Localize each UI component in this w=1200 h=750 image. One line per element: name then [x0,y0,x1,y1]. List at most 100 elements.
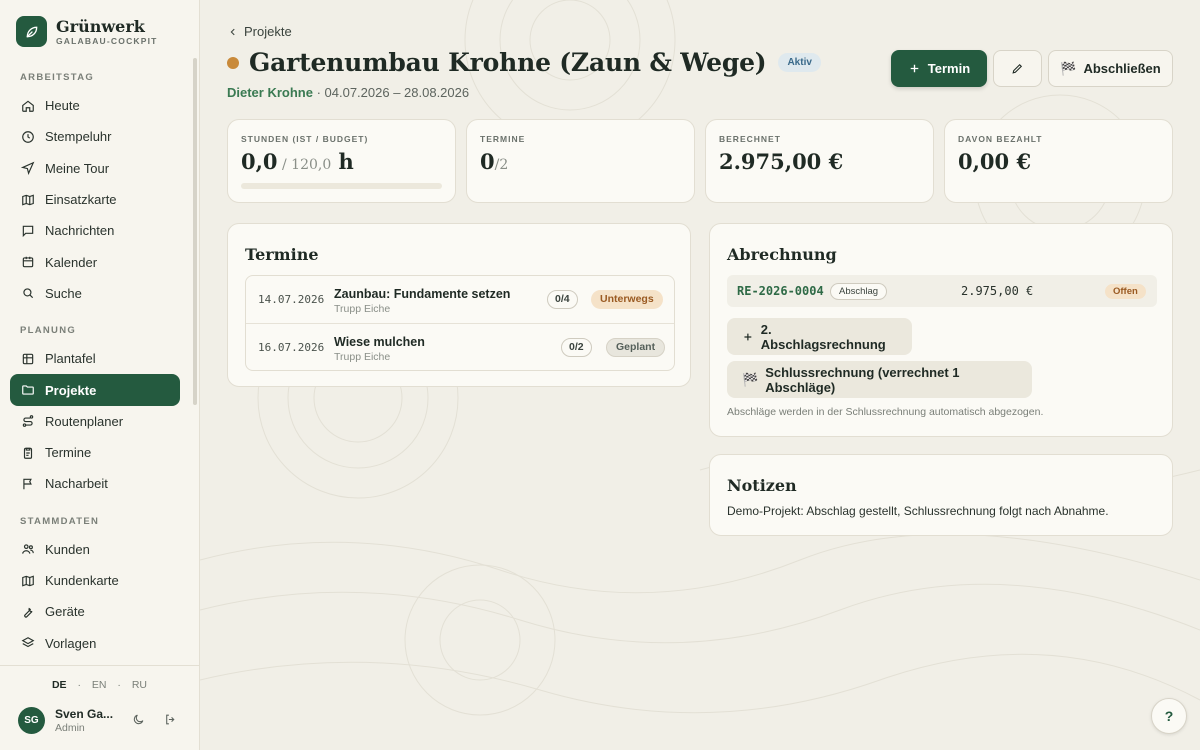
abrechnung-hint: Abschläge werden in der Schlussrechnung … [727,406,1044,418]
back-link[interactable]: Projekte [228,24,292,39]
message-icon [22,225,34,237]
close-project-button[interactable]: 🏁 Abschließen [1048,50,1173,87]
sidebar-item-nacharbeit[interactable]: Nacharbeit [10,468,180,499]
home-icon [22,100,34,112]
sidebar-footer: DE · EN · RU SG Sven Ga... Admin [0,665,199,750]
stat-value: 0,00 € [958,149,1032,174]
user-profile[interactable]: SG Sven Ga... Admin [18,707,113,734]
termine-list: 14.07.2026 Zaunbau: Fundamente setzen Tr… [245,275,675,371]
nav-section-arbeitstag: ARBEITSTAG [20,72,95,83]
sidebar-item-label: Kalender [45,254,98,270]
close-project-label: Abschließen [1083,61,1161,76]
sidebar-item-kunden[interactable]: Kunden [10,534,180,565]
hours-actual: 0,0 [241,149,278,174]
lang-separator: · [117,679,121,691]
sidebar-item-label: Heute [45,98,80,114]
sidebar-nav: ARBEITSTAG Heute Stempeluhr Meine Tour E… [10,66,180,659]
back-label: Projekte [244,24,292,39]
termine-total: /2 [494,157,509,173]
sidebar-item-label: Stempeluhr [45,129,112,145]
sidebar-item-label: Meine Tour [45,160,110,176]
stat-label: STUNDEN (IST / BUDGET) [241,134,369,144]
brand-subtitle: GALABAU-COCKPIT [56,35,158,46]
invoice-row[interactable]: RE-2026-0004 Abschlag 2.975,00 € Offen [727,275,1157,307]
stat-value: 0,0 / 120,0 h [241,149,442,174]
invoice-type-badge: Abschlag [830,283,888,300]
calendar-icon [22,256,34,268]
logout-icon[interactable] [164,713,177,731]
add-abschlag-button[interactable]: 2. Abschlagsrechnung [727,318,912,355]
sidebar-item-heute[interactable]: Heute [10,90,180,121]
help-button[interactable]: ? [1151,698,1187,734]
client-link[interactable]: Dieter Krohne [227,85,313,100]
sidebar-item-projekte[interactable]: Projekte [10,374,180,406]
list-item[interactable]: 16.07.2026 Wiese mulchen Trupp Eiche 0/2… [246,323,674,370]
termin-count: 0/2 [561,338,592,357]
flag-icon [23,478,32,490]
abrechnung-title: Abrechnung [727,245,837,264]
sidebar-item-nachrichten[interactable]: Nachrichten [10,215,180,246]
lang-separator: · [77,679,81,691]
title-row: Gartenumbau Krohne (Zaun & Wege) Aktiv [227,48,821,77]
sidebar-item-stempeluhr[interactable]: Stempeluhr [10,121,180,152]
sidebar-item-label: Kundenkarte [45,573,119,588]
sidebar-item-label: Routenplaner [45,413,124,429]
checkered-flag-icon: 🏁 [742,371,759,387]
notizen-title: Notizen [727,476,797,495]
project-subline: Dieter Krohne · 04.07.2026 – 28.08.2026 [227,85,469,100]
sidebar-item-routenplaner[interactable]: Routenplaner [10,406,180,437]
edit-button[interactable] [993,50,1042,87]
sidebar-item-label: Nachrichten [45,223,115,239]
folder-icon [22,385,34,395]
sidebar-item-kundenkarte[interactable]: Kundenkarte [10,565,180,596]
lang-ru[interactable]: RU [132,679,147,691]
status-badge: Aktiv [778,53,821,72]
schlussrechnung-button[interactable]: 🏁 Schlussrechnung (verrechnet 1 Abschläg… [727,361,1032,398]
stat-value: 2.975,00 € [719,149,844,174]
sidebar-item-label: Termine [45,445,92,461]
brand[interactable]: Grünwerk GALABAU-COCKPIT [16,16,158,47]
termin-count: 0/4 [547,290,578,309]
status-badge: Unterwegs [591,290,663,309]
sidebar-item-kalender[interactable]: Kalender [10,246,180,277]
sidebar-item-vorlagen[interactable]: Vorlagen [10,627,180,658]
user-role: Admin [55,722,85,734]
termin-team: Trupp Eiche [334,303,391,315]
sidebar-item-label: Suche [45,285,82,301]
termine-card: Termine 14.07.2026 Zaunbau: Fundamente s… [227,223,691,387]
sidebar-item-geraete[interactable]: Geräte [10,596,180,627]
stat-label: BERECHNET [719,134,781,144]
add-termin-label: Termin [927,61,971,76]
add-termin-button[interactable]: Termin [891,50,987,87]
plus-icon [910,64,919,73]
sidebar-item-label: Vorlagen [45,635,97,651]
clock-icon [22,131,34,143]
invoice-number[interactable]: RE-2026-0004 [737,284,824,298]
invoice-status-badge: Offen [1105,284,1146,299]
sidebar-item-einsatzkarte[interactable]: Einsatzkarte [10,184,180,215]
pencil-icon [1012,63,1023,74]
stat-label: DAVON BEZAHLT [958,134,1043,144]
sidebar-item-meine-tour[interactable]: Meine Tour [10,153,180,184]
termin-team: Trupp Eiche [334,351,391,363]
stat-hours: STUNDEN (IST / BUDGET) 0,0 / 120,0 h [227,119,456,203]
hours-progress-bar [241,183,442,189]
sidebar-item-label: Projekte [45,382,97,398]
sidebar-item-plantafel[interactable]: Plantafel [10,343,180,374]
chevron-left-icon [230,28,235,35]
tool-icon [24,607,33,618]
list-item[interactable]: 14.07.2026 Zaunbau: Fundamente setzen Tr… [246,276,674,323]
sidebar-item-termine[interactable]: Termine [10,437,180,468]
stat-berechnet: BERECHNET 2.975,00 € [705,119,934,203]
moon-icon[interactable] [132,713,145,731]
sidebar-scrollbar[interactable] [193,58,197,405]
sidebar-item-suche[interactable]: Suche [10,278,180,309]
lang-de[interactable]: DE [52,679,67,691]
status-badge: Geplant [606,338,666,357]
date-range: · 04.07.2026 – 28.08.2026 [312,85,470,100]
lang-en[interactable]: EN [92,679,107,691]
map-icon [22,194,34,206]
termin-name: Zaunbau: Fundamente setzen [334,287,511,301]
termin-name: Wiese mulchen [334,335,425,349]
leaf-logo-icon [16,16,47,47]
